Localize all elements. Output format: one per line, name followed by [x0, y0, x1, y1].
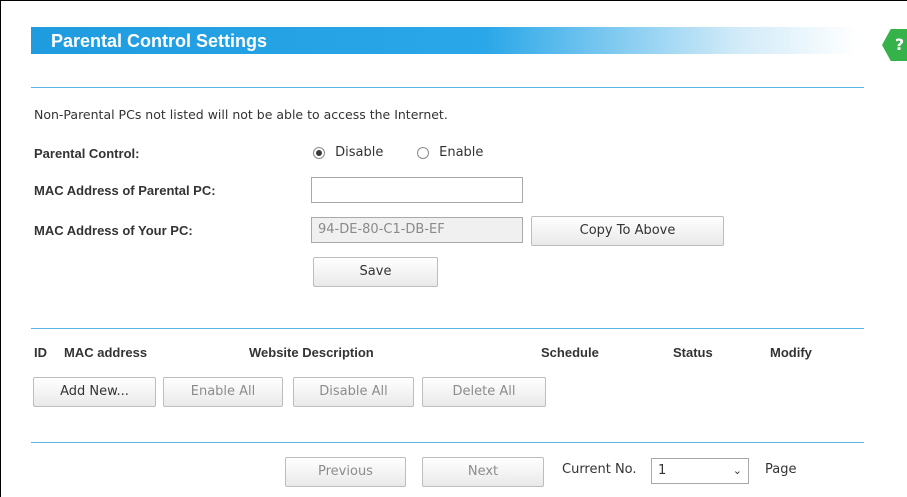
add-new-button[interactable]: Add New...: [33, 377, 156, 407]
save-button[interactable]: Save: [313, 257, 438, 287]
divider: [31, 442, 864, 443]
delete-all-button[interactable]: Delete All: [422, 377, 546, 407]
column-header-modify: Modify: [770, 345, 812, 360]
your-mac-field: 94-DE-80-C1-DB-EF: [311, 217, 523, 243]
divider: [31, 87, 864, 88]
enable-all-button[interactable]: Enable All: [163, 377, 283, 407]
page-label: Page: [765, 462, 797, 477]
radio-enable-label: Enable: [439, 145, 484, 160]
parental-mac-input[interactable]: [311, 177, 523, 203]
page-select[interactable]: 1 ⌄: [651, 458, 749, 484]
column-header-mac: MAC address: [64, 345, 148, 360]
radio-disable-label: Disable: [335, 145, 384, 160]
column-header-schedule: Schedule: [541, 345, 599, 360]
parental-mac-label: MAC Address of Parental PC:: [34, 183, 216, 198]
column-header-id: ID: [34, 345, 47, 360]
column-header-status: Status: [673, 345, 713, 360]
current-number-label: Current No.: [562, 462, 637, 477]
radio-disable-circle[interactable]: [313, 146, 325, 159]
page-title: Parental Control Settings: [51, 31, 268, 51]
copy-to-above-button[interactable]: Copy To Above: [531, 216, 724, 246]
radio-disable[interactable]: Disable: [313, 145, 383, 160]
previous-button[interactable]: Previous: [285, 457, 406, 487]
radio-enable-circle[interactable]: [417, 146, 429, 159]
next-button[interactable]: Next: [422, 457, 544, 487]
disable-all-button[interactable]: Disable All: [293, 377, 414, 407]
your-mac-label: MAC Address of Your PC:: [34, 223, 193, 238]
radio-enable[interactable]: Enable: [417, 145, 483, 160]
chevron-down-icon[interactable]: ⌄: [733, 459, 742, 483]
title-bar: Parental Control Settings: [31, 27, 857, 54]
page-frame: [0, 0, 907, 497]
parental-control-label: Parental Control:: [34, 146, 140, 161]
column-header-website: Website Description: [249, 345, 374, 360]
page-select-value: 1: [658, 463, 667, 478]
info-note: Non-Parental PCs not listed will not be …: [34, 107, 448, 122]
divider: [31, 328, 864, 329]
